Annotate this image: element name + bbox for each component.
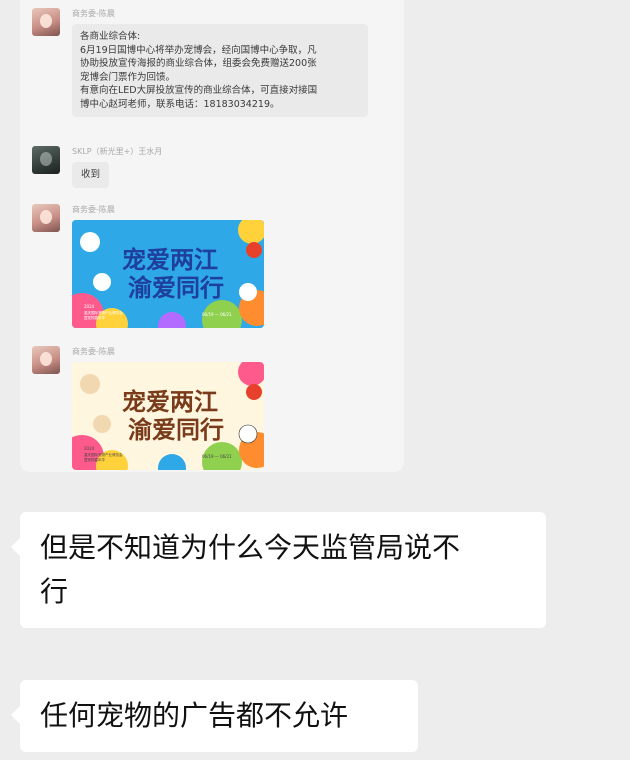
- avatar: [32, 146, 60, 174]
- forwarded-chat-screenshot[interactable]: 商务委-陈晨 各商业综合体: 6月19日国博中心将举办宠博会，经向国博中心争取，…: [20, 0, 404, 472]
- poster-graphic: 宠爱两江 渝爱同行 2024 重庆国际宠物产业博览会 暨宠物嘉年华 06/19 …: [72, 220, 264, 328]
- chat-bubble-line: 但是不知道为什么今天监管局说不: [40, 531, 461, 564]
- avatar: [32, 8, 60, 36]
- cat-illustration: [80, 232, 100, 252]
- poster-fine-print: 暨宠物嘉年华: [84, 315, 105, 320]
- reply-bubble: 收到: [72, 162, 110, 188]
- chat-bubble-line: 行: [40, 575, 69, 608]
- poster-title-line2: 渝爱同行: [128, 274, 224, 302]
- screenshot-message-notice: 商务委-陈晨 各商业综合体: 6月19日国博中心将举办宠博会，经向国博中心争取，…: [32, 8, 372, 133]
- notice-line: 协助投放宣传海报的商业综合体，组委会免费赠送200张: [80, 58, 317, 69]
- poster-year: 2024: [84, 304, 95, 309]
- poster-image[interactable]: 宠爱两江 渝爱同行 2024 重庆国际宠物产业博览会 暨宠物嘉年华 06/19 …: [72, 220, 264, 328]
- notice-line: 有意向在LED大屏投放宣传的商业综合体，可直接对接国: [80, 85, 318, 96]
- poster-dates: 06/19 — 06/21: [202, 454, 232, 459]
- sender-name: 商务委-陈晨: [72, 9, 115, 18]
- poster-fine-print: 重庆国际宠物产业博览会: [84, 310, 123, 315]
- poster-title-line1: 宠爱两江: [122, 388, 218, 416]
- notice-line: 6月19日国博中心将举办宠博会，经向国博中心争取，凡: [80, 44, 317, 56]
- avatar: [32, 346, 60, 374]
- screenshot-message-poster: 商务委-陈晨 宠爱两江 渝爱同行 2024 重庆国际宠物产业博览会 暨宠物嘉年华: [32, 346, 372, 472]
- notice-line: 宠博会门票作为回馈。: [80, 71, 176, 83]
- sender-name: 商务委-陈晨: [72, 205, 115, 214]
- poster-title-line1: 宠爱两江: [122, 246, 218, 274]
- notice-line: 各商业综合体:: [80, 31, 141, 42]
- parrot-illustration: [246, 242, 262, 258]
- screenshot-message-poster: 商务委-陈晨 宠爱两江 渝爱同行 2024 重庆国际宠物产业博览会 暨宠物嘉年华: [32, 204, 372, 334]
- chat-bubble[interactable]: 任何宠物的广告都不允许: [11, 680, 418, 752]
- poster-year: 2024: [84, 446, 95, 451]
- avatar: [32, 204, 60, 232]
- screenshot-message-reply: SKLP（新光里+）王水月 收到: [32, 146, 372, 194]
- dog-illustration: [93, 273, 111, 291]
- notice-bubble: 各商业综合体: 6月19日国博中心将举办宠博会，经向国博中心争取，凡 协助投放宣…: [72, 24, 368, 117]
- parrot-illustration: [246, 384, 262, 400]
- poster-dates: 06/19 — 06/21: [202, 312, 232, 317]
- poster-fine-print: 暨宠物嘉年华: [84, 457, 105, 462]
- dog-illustration: [93, 415, 111, 433]
- cat-illustration: [80, 374, 100, 394]
- dalmatian-illustration: [238, 424, 258, 444]
- poster-graphic: 宠爱两江 渝爱同行 2024 重庆国际宠物产业博览会 暨宠物嘉年华 06/19 …: [72, 362, 264, 470]
- chat-bubble-line: 任何宠物的广告都不允许: [40, 699, 349, 732]
- sender-name: SKLP（新光里+）王水月: [72, 147, 163, 156]
- poster-image[interactable]: 宠爱两江 渝爱同行 2024 重庆国际宠物产业博览会 暨宠物嘉年华 06/19 …: [72, 362, 264, 470]
- notice-line: 博中心赵珂老师，联系电话：18183034219。: [80, 98, 280, 110]
- chat-bubble[interactable]: 但是不知道为什么今天监管局说不 行: [11, 512, 546, 628]
- poster-title-line2: 渝爱同行: [128, 416, 224, 444]
- sender-name: 商务委-陈晨: [72, 347, 115, 356]
- poster-fine-print: 重庆国际宠物产业博览会: [84, 452, 123, 457]
- dalmatian-illustration: [239, 283, 257, 301]
